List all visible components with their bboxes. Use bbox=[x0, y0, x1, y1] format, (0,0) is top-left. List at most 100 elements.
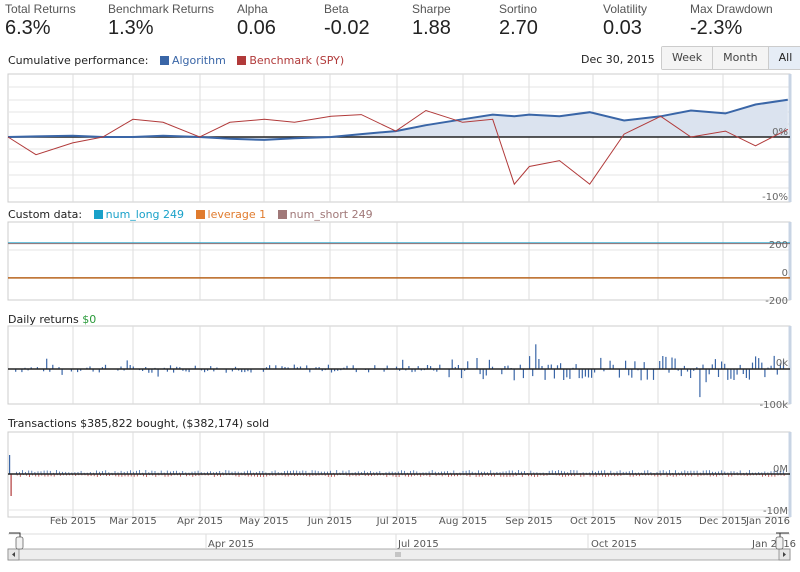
x-axis-tick-label: Dec 2015 bbox=[699, 516, 747, 527]
daily-return-bar bbox=[705, 369, 707, 383]
custom-ytick: 200 bbox=[769, 240, 788, 251]
daily-return-bar bbox=[467, 361, 469, 369]
legend-num-short-label: num_short bbox=[289, 208, 349, 221]
algorithm-swatch-icon bbox=[159, 56, 169, 65]
daily-return-bar bbox=[479, 369, 481, 375]
custom-title: Custom data: bbox=[8, 208, 83, 221]
daily-return-bar bbox=[61, 369, 63, 375]
range-all-button[interactable]: All bbox=[768, 47, 800, 69]
legend-leverage-value: 1 bbox=[259, 208, 267, 221]
daily-return-bar bbox=[680, 369, 682, 377]
daily-ytick: 0k bbox=[776, 358, 788, 369]
daily-title: Daily returns bbox=[8, 313, 79, 326]
daily-return-bar bbox=[553, 369, 555, 379]
range-week-button[interactable]: Week bbox=[662, 47, 714, 69]
daily-return-bar bbox=[482, 369, 484, 380]
daily-ytick: -100k bbox=[760, 400, 789, 411]
transaction-bought-bar bbox=[9, 455, 11, 474]
legend-num-long[interactable]: num_long 249 bbox=[93, 208, 185, 221]
cumulative-title: Cumulative performance: bbox=[8, 54, 149, 67]
daily-header: Daily returns $0 bbox=[8, 313, 96, 326]
navigator-right-handle[interactable] bbox=[775, 536, 784, 550]
daily-return-bar bbox=[721, 361, 723, 369]
daily-return-bar bbox=[538, 359, 540, 369]
navigator-label: Oct 2015 bbox=[591, 539, 637, 550]
x-axis-tick-label: Sep 2015 bbox=[505, 516, 552, 527]
cumulative-ytick: -10% bbox=[762, 192, 788, 203]
transaction-sold-bar bbox=[10, 474, 12, 496]
x-axis-tick-label: Jan 2016 bbox=[745, 516, 790, 527]
daily-return-bar bbox=[402, 359, 404, 369]
daily-return-bar bbox=[776, 369, 778, 375]
num-short-swatch-icon bbox=[277, 210, 287, 219]
daily-return-bar bbox=[476, 358, 478, 369]
daily-value: $0 bbox=[82, 313, 97, 326]
daily-return-bar bbox=[560, 363, 562, 369]
daily-return-bar bbox=[671, 357, 673, 369]
daily-return-bar bbox=[640, 369, 642, 381]
daily-return-bar bbox=[659, 361, 661, 369]
daily-return-bar bbox=[488, 359, 490, 369]
daily-return-bar bbox=[522, 369, 524, 379]
daily-return-bar bbox=[634, 361, 636, 369]
daily-return-bar bbox=[717, 369, 720, 377]
daily-return-bar bbox=[600, 357, 602, 369]
daily-return-bar bbox=[535, 344, 537, 369]
daily-return-bar bbox=[581, 369, 583, 379]
num-long-swatch-icon bbox=[93, 210, 103, 219]
legend-num-short-value: 249 bbox=[351, 208, 373, 221]
x-axis-tick-label: Feb 2015 bbox=[50, 516, 96, 527]
legend-num-long-label: num_long bbox=[105, 208, 160, 221]
daily-return-bar bbox=[563, 369, 565, 380]
daily-return-bar bbox=[513, 369, 515, 381]
transactions-title: Transactions $385,822 bought, ($382,174)… bbox=[8, 417, 270, 430]
x-axis-tick-label: Oct 2015 bbox=[570, 516, 616, 527]
daily-return-bar bbox=[708, 369, 710, 375]
daily-return-bar bbox=[674, 358, 676, 369]
x-axis-tick-label: Nov 2015 bbox=[634, 516, 682, 527]
legend-num-short[interactable]: num_short 249 bbox=[277, 208, 373, 221]
daily-return-bar bbox=[690, 369, 692, 378]
daily-return-bar bbox=[764, 369, 766, 378]
legend-num-long-value: 249 bbox=[163, 208, 185, 221]
daily-return-bar bbox=[652, 369, 655, 380]
legend-leverage-label: leverage bbox=[207, 208, 256, 221]
legend-benchmark[interactable]: Benchmark (SPY) bbox=[237, 54, 344, 67]
daily-return-bar bbox=[544, 369, 546, 380]
cumulative-ytick: 0% bbox=[772, 127, 788, 138]
daily-return-bar bbox=[745, 369, 747, 378]
range-month-button[interactable]: Month bbox=[713, 47, 769, 69]
daily-return-bar bbox=[501, 369, 503, 375]
transactions-header: Transactions $385,822 bought, ($382,174)… bbox=[8, 417, 269, 430]
daily-return-bar bbox=[748, 369, 750, 380]
daily-return-bar bbox=[157, 369, 159, 377]
daily-return-bar bbox=[529, 356, 531, 369]
daily-return-bar bbox=[46, 358, 48, 369]
daily-return-bar bbox=[662, 356, 664, 369]
navigator-label: Jul 2015 bbox=[397, 539, 439, 550]
daily-return-bar bbox=[665, 356, 667, 369]
legend-algorithm[interactable]: Algorithm bbox=[159, 54, 226, 67]
daily-return-bar bbox=[643, 362, 645, 369]
custom-ytick: 0 bbox=[782, 268, 788, 279]
daily-return-bar bbox=[578, 369, 580, 379]
daily-return-bar bbox=[730, 369, 732, 379]
daily-return-bar bbox=[618, 369, 620, 378]
navigator-left-handle[interactable] bbox=[15, 536, 24, 550]
navigator-scrollbar[interactable] bbox=[7, 548, 791, 561]
daily-return-bar bbox=[532, 369, 534, 377]
x-axis-tick-label: Apr 2015 bbox=[177, 516, 223, 527]
legend-leverage[interactable]: leverage 1 bbox=[195, 208, 267, 221]
daily-return-bar bbox=[761, 362, 763, 369]
daily-return-bar bbox=[569, 369, 571, 379]
cumulative-header: Cumulative performance: Algorithm Benchm… bbox=[8, 54, 344, 67]
x-axis-tick-label: Jul 2015 bbox=[376, 516, 418, 527]
daily-return-bar bbox=[584, 369, 586, 377]
daily-return-bar bbox=[773, 355, 775, 369]
daily-return-bar bbox=[625, 360, 627, 369]
daily-return-bar bbox=[699, 369, 701, 398]
daily-return-bar bbox=[724, 363, 726, 369]
leverage-swatch-icon bbox=[195, 210, 205, 219]
custom-frame bbox=[7, 221, 791, 301]
daily-return-bar bbox=[591, 369, 593, 378]
